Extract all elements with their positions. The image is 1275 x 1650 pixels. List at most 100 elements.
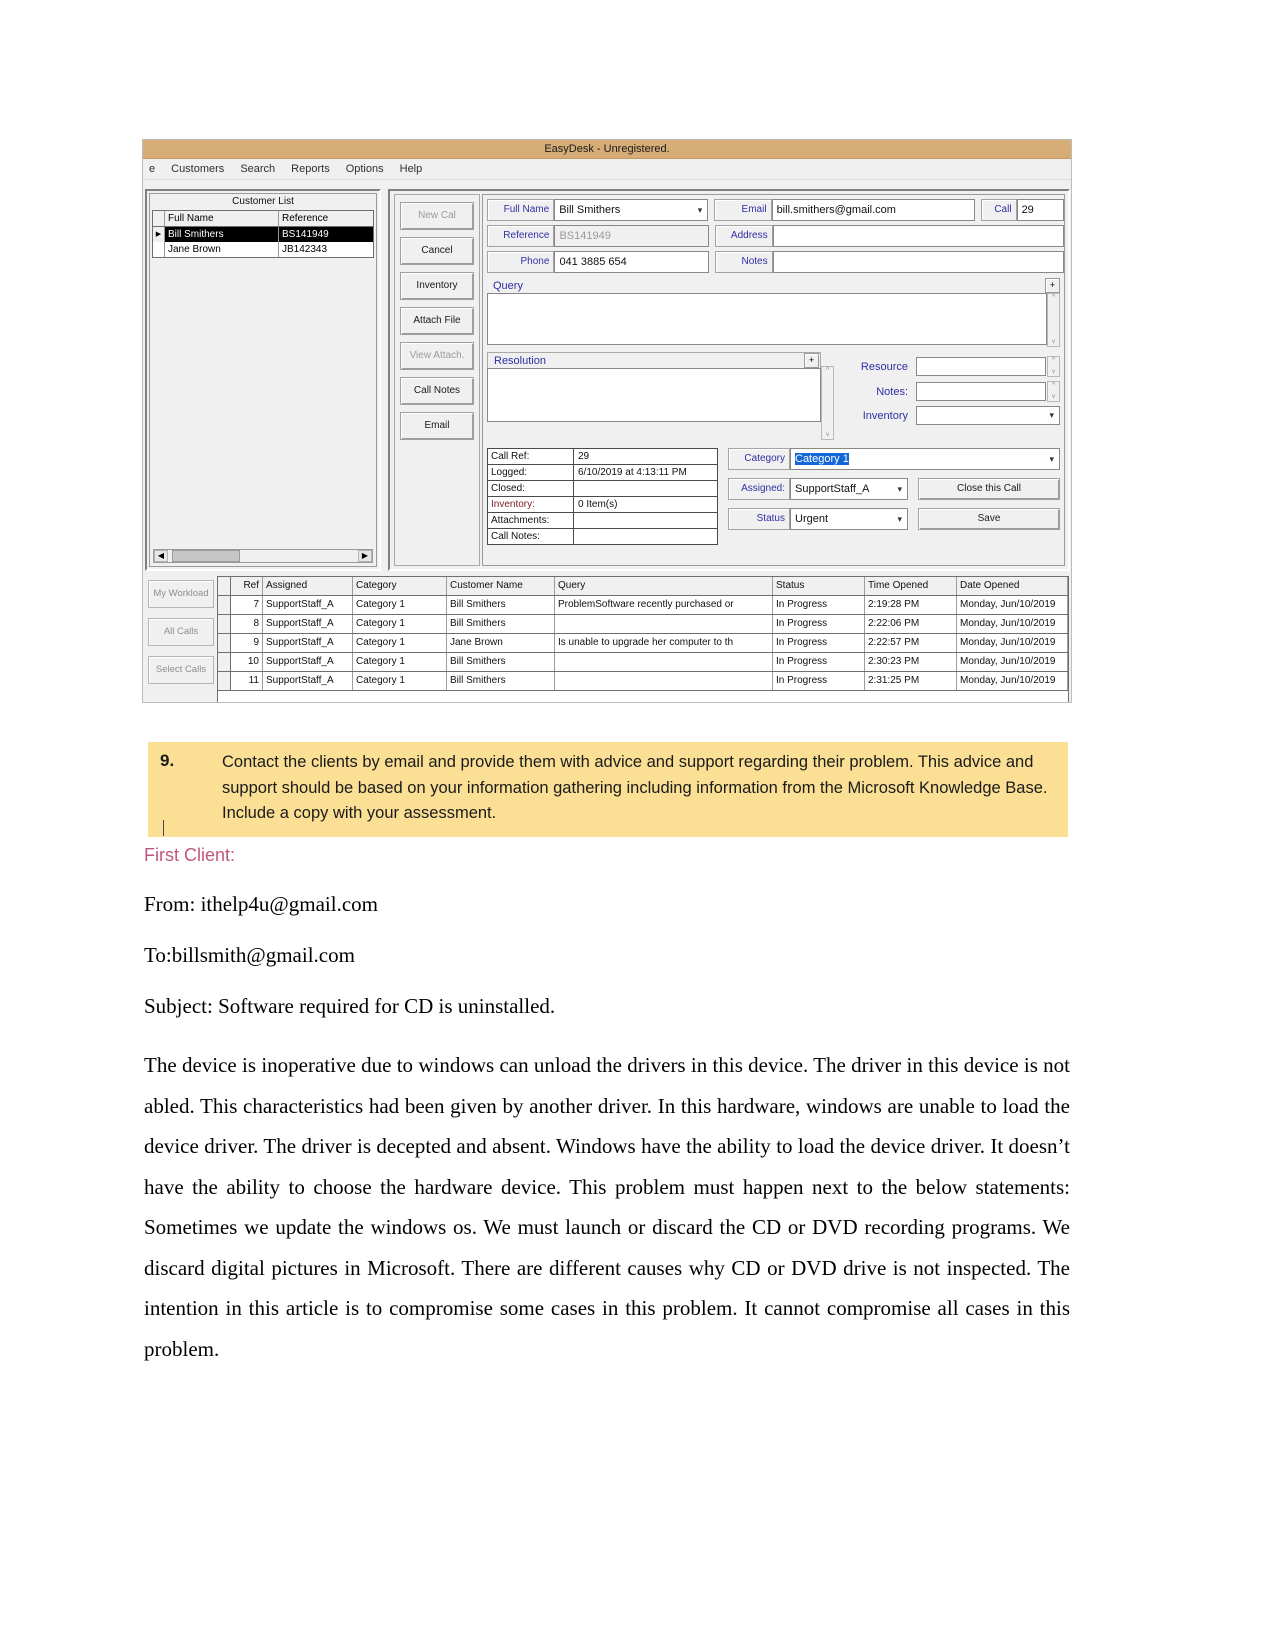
tab-all-calls[interactable]: All Calls [148, 618, 214, 646]
calls-grid-header: Ref Assigned Category Customer Name Quer… [218, 577, 1068, 596]
cell-ref: 9 [231, 634, 263, 652]
spinner-down-icon[interactable]: ˅ [1051, 394, 1055, 401]
text-caret [163, 820, 164, 836]
inventory-button[interactable]: Inventory [400, 272, 474, 300]
new-call-button[interactable]: New Cal [400, 202, 474, 230]
menu-item-e[interactable]: e [149, 163, 155, 175]
cell-date-opened: Monday, Jun/10/2019 [957, 634, 1068, 652]
info-key: Attachments: [488, 513, 574, 528]
column-reference: Reference [282, 213, 329, 224]
info-key: Call Notes: [488, 529, 574, 544]
customer-list-panel: Customer List Full Name Reference ▶ Bill… [145, 189, 381, 571]
reference-input[interactable]: BS141949 [554, 225, 710, 247]
info-row-attachments: Attachments: [488, 513, 717, 529]
cell-ref: 11 [231, 672, 263, 690]
spinner-up-icon[interactable]: ^ [1052, 382, 1055, 389]
scroll-down-icon[interactable]: ˅ [825, 432, 829, 439]
cell-status: In Progress [773, 634, 865, 652]
customer-row[interactable]: Jane Brown JB142343 [153, 242, 373, 257]
menu-item-reports[interactable]: Reports [291, 163, 330, 175]
info-value: 29 [578, 451, 590, 462]
row-selector[interactable] [218, 672, 231, 690]
email-input[interactable]: bill.smithers@gmail.com [771, 199, 975, 221]
reference-label: Reference [487, 225, 555, 247]
view-attachment-button[interactable]: View Attach. [400, 342, 474, 370]
menu-item-options[interactable]: Options [346, 163, 384, 175]
scroll-left-icon[interactable]: ◀ [154, 550, 168, 562]
cell-time-opened: 2:22:06 PM [865, 615, 957, 633]
cell-assigned: SupportStaff_A [263, 634, 353, 652]
window-titlebar: EasyDesk - Unregistered. [143, 140, 1071, 159]
query-expand-button[interactable]: + [1045, 278, 1060, 293]
cell-query [555, 672, 773, 690]
cell-customer-name: Jane Brown [447, 634, 555, 652]
call-notes-button[interactable]: Call Notes [400, 377, 474, 405]
column-query: Query [555, 577, 773, 595]
phone-input[interactable]: 041 3885 654 [554, 251, 710, 273]
spinner-up-icon[interactable]: ^ [1052, 357, 1055, 364]
resolution-notes-spinner[interactable]: ^ ˅ [1047, 381, 1060, 402]
table-row[interactable]: 8 SupportStaff_A Category 1 Bill Smither… [218, 615, 1068, 634]
tab-my-workload[interactable]: My Workload [148, 580, 214, 608]
scroll-up-icon[interactable]: ^ [1052, 294, 1055, 301]
spinner-down-icon[interactable]: ˅ [1051, 369, 1055, 376]
cell-category: Category 1 [353, 653, 447, 671]
resolution-expand-button[interactable]: + [804, 353, 819, 368]
menu-item-search[interactable]: Search [240, 163, 275, 175]
category-select[interactable]: Category 1 [790, 448, 1060, 470]
menu-item-help[interactable]: Help [400, 163, 423, 175]
cell-assigned: SupportStaff_A [263, 596, 353, 614]
inventory-select[interactable] [916, 406, 1060, 425]
row-selector-header [218, 577, 231, 595]
table-row[interactable]: 10 SupportStaff_A Category 1 Bill Smithe… [218, 653, 1068, 672]
tab-select-calls[interactable]: Select Calls [148, 656, 214, 684]
action-button-column: New Cal Cancel Inventory Attach File Vie… [394, 194, 480, 566]
scroll-down-icon[interactable]: ˅ [1051, 339, 1055, 346]
scroll-up-icon[interactable]: ^ [826, 367, 829, 374]
query-vscrollbar[interactable]: ^ ˅ [1047, 293, 1060, 347]
attach-file-button[interactable]: Attach File [400, 307, 474, 335]
highlighted-instruction: 9. Contact the clients by email and prov… [148, 742, 1068, 837]
cell-customer-name: Bill Smithers [447, 653, 555, 671]
info-value [574, 529, 717, 544]
resolution-label: Resolution [494, 355, 546, 367]
resource-input[interactable] [916, 357, 1046, 376]
document-page: EasyDesk - Unregistered. e Customers Sea… [0, 0, 1275, 1650]
cell-assigned: SupportStaff_A [263, 672, 353, 690]
email-button[interactable]: Email [400, 412, 474, 440]
table-row[interactable]: 7 SupportStaff_A Category 1 Bill Smither… [218, 596, 1068, 615]
resolution-notes-input[interactable] [916, 382, 1046, 401]
column-assigned: Assigned [263, 577, 353, 595]
save-button[interactable]: Save [918, 508, 1060, 530]
query-textarea[interactable] [487, 293, 1047, 345]
table-row[interactable]: 11 SupportStaff_A Category 1 Bill Smithe… [218, 672, 1068, 691]
assigned-select[interactable]: SupportStaff_A [790, 478, 908, 500]
customer-list-hscrollbar[interactable]: ◀ ▶ [153, 549, 373, 563]
close-this-call-button[interactable]: Close this Call [918, 478, 1060, 500]
table-row[interactable]: 9 SupportStaff_A Category 1 Jane Brown I… [218, 634, 1068, 653]
row-selector[interactable] [218, 615, 231, 633]
full-name-input[interactable]: Bill Smithers [554, 199, 709, 221]
cell-category: Category 1 [353, 634, 447, 652]
scroll-right-icon[interactable]: ▶ [358, 550, 372, 562]
customer-list-header: Full Name Reference [153, 211, 373, 227]
customer-list-grid[interactable]: Full Name Reference ▶ Bill Smithers BS14… [152, 210, 374, 258]
cell-query: Is unable to upgrade her computer to th [555, 634, 773, 652]
menu-bar[interactable]: e Customers Search Reports Options Help [143, 159, 1071, 180]
resource-spinner[interactable]: ^ ˅ [1047, 356, 1060, 377]
cancel-button[interactable]: Cancel [400, 237, 474, 265]
resolution-vscrollbar[interactable]: ^ ˅ [821, 366, 834, 440]
scrollbar-thumb[interactable] [172, 550, 240, 562]
address-input[interactable] [772, 225, 1064, 247]
notes-input[interactable] [772, 251, 1064, 273]
row-selector[interactable] [218, 653, 231, 671]
status-select[interactable]: Urgent [790, 508, 908, 530]
row-selector[interactable] [218, 634, 231, 652]
row-selector[interactable] [218, 596, 231, 614]
customer-row-selected[interactable]: ▶ Bill Smithers BS141949 [153, 227, 373, 242]
call-ref-input[interactable]: 29 [1016, 199, 1065, 221]
form-row-reference-address: Reference BS141949 Address [487, 225, 1064, 247]
calls-grid[interactable]: Ref Assigned Category Customer Name Quer… [217, 576, 1069, 702]
menu-item-customers[interactable]: Customers [171, 163, 224, 175]
resolution-textarea[interactable] [487, 368, 821, 422]
